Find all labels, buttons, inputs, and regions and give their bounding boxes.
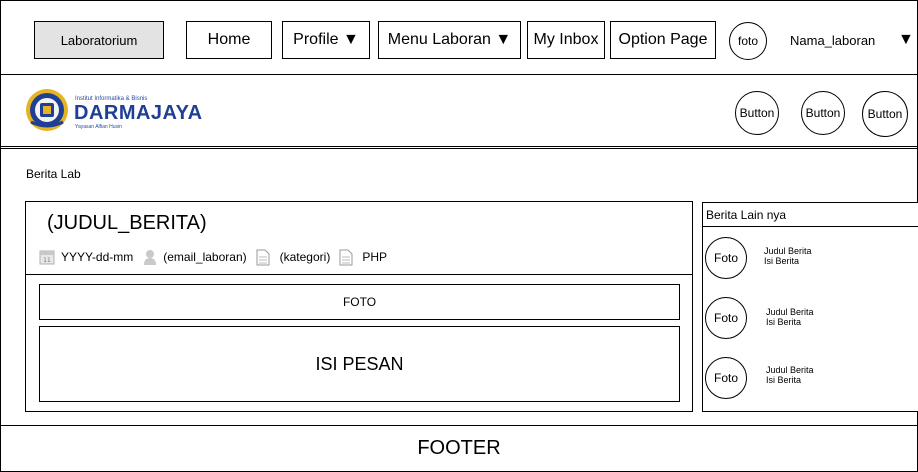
- news-photo-label: Foto: [713, 371, 738, 385]
- news-item[interactable]: Foto Judul Berita Isi Berita: [703, 233, 918, 283]
- page-footer: FOOTER: [1, 425, 917, 471]
- news-body: Isi Berita: [764, 256, 800, 266]
- menu-laboran[interactable]: Menu Laboran ▼: [378, 21, 521, 59]
- laboratorium-button[interactable]: Laboratorium: [34, 21, 164, 59]
- article-photo: FOTO: [39, 284, 680, 320]
- article-date: YYYY-dd-mm: [61, 250, 134, 264]
- article-title: (JUDUL_BERITA): [47, 212, 207, 234]
- logo-name: DARMAJAYA: [74, 102, 203, 124]
- header-button-label: Button: [867, 107, 903, 121]
- sidebar-divider: [703, 226, 918, 227]
- header-button-label: Button: [739, 106, 775, 120]
- footer-label: FOOTER: [417, 437, 501, 459]
- news-item[interactable]: Foto Judul Berita Isi Berita: [703, 294, 918, 344]
- section-title: Berita Lab: [26, 167, 81, 181]
- document-icon: [256, 249, 270, 265]
- news-photo: Foto: [705, 297, 747, 339]
- article-content: ISI PESAN: [39, 326, 680, 402]
- header-button-1[interactable]: Button: [735, 91, 779, 135]
- news-photo-label: Foto: [713, 251, 738, 265]
- article-category[interactable]: (kategori): [280, 250, 331, 264]
- avatar-label: foto: [737, 34, 758, 48]
- news-title: Judul Berita: [764, 246, 812, 256]
- header-button-label: Button: [805, 106, 841, 120]
- user-menu-caret-icon[interactable]: ▼: [898, 31, 914, 49]
- article-photo-label: FOTO: [342, 295, 377, 309]
- document-icon: [339, 249, 353, 265]
- article-divider: [26, 274, 692, 275]
- svg-text:11: 11: [43, 257, 51, 264]
- news-photo: Foto: [705, 237, 747, 279]
- article-content-label: ISI PESAN: [315, 353, 404, 374]
- user-avatar[interactable]: foto: [729, 22, 767, 60]
- option-page-button[interactable]: Option Page: [610, 21, 716, 59]
- calendar-icon: 11: [39, 250, 55, 265]
- news-photo-label: Foto: [713, 311, 738, 325]
- my-inbox-button[interactable]: My Inbox: [527, 21, 605, 59]
- profile-menu[interactable]: Profile ▼: [282, 21, 370, 59]
- article-meta: 11 YYYY-dd-mm (email_laboran) (kategori)…: [39, 248, 387, 266]
- site-header: Institut Informatika & Bisnis DARMAJAYA …: [1, 76, 917, 149]
- header-button-2[interactable]: Button: [801, 91, 845, 135]
- article-author-email[interactable]: (email_laboran): [163, 250, 246, 264]
- news-body: Isi Berita: [766, 375, 802, 385]
- user-icon: [144, 250, 157, 265]
- news-photo: Foto: [705, 357, 747, 399]
- top-navbar: Laboratorium Home Profile ▼ Menu Laboran…: [1, 1, 917, 75]
- home-button[interactable]: Home: [186, 21, 272, 59]
- news-item[interactable]: Foto Judul Berita Isi Berita: [703, 354, 918, 404]
- logo-sub-text: Yayasan Alfian Husin: [75, 124, 122, 130]
- news-title: Judul Berita: [766, 307, 814, 317]
- article-panel: (JUDUL_BERITA) 11 YYYY-dd-mm (email_labo…: [25, 201, 693, 412]
- header-button-3[interactable]: Button: [862, 91, 908, 137]
- sidebar-title: Berita Lain nya: [706, 208, 787, 222]
- news-body: Isi Berita: [766, 317, 802, 327]
- darmajaya-logo-icon: [26, 89, 68, 131]
- other-news-sidebar: Berita Lain nya Foto Judul Berita Isi Be…: [702, 202, 918, 412]
- news-title: Judul Berita: [766, 365, 814, 375]
- article-tag[interactable]: PHP: [362, 250, 387, 264]
- user-name[interactable]: Nama_laboran: [790, 33, 875, 48]
